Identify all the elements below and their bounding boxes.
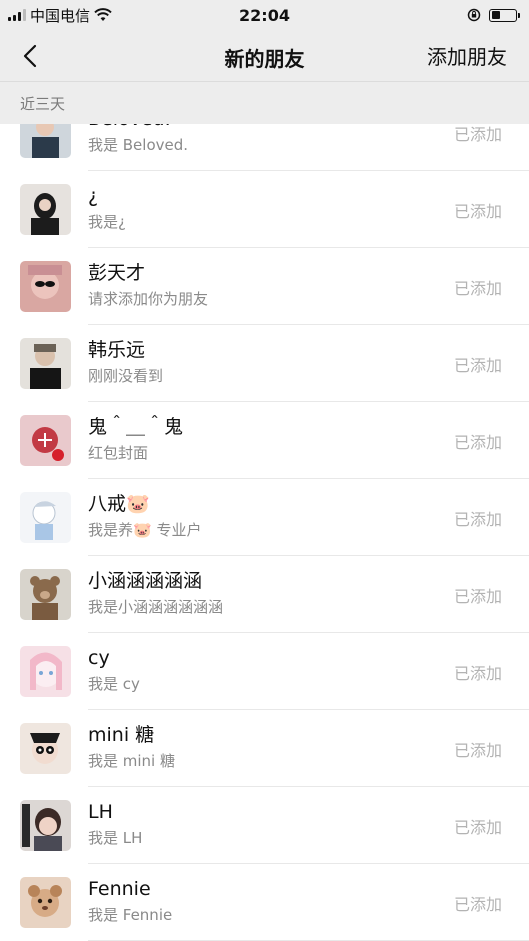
request-message: 我是 mini 糖: [88, 752, 175, 770]
friend-request-row[interactable]: Beloved. 我是 Beloved. 已添加: [0, 124, 529, 171]
carrier-label: 中国电信: [30, 6, 91, 25]
friend-name: cy: [88, 647, 110, 669]
request-message: 刚刚没看到: [88, 367, 164, 385]
orientation-lock-icon: [467, 8, 481, 22]
friend-request-row[interactable]: 彭天才 请求添加你为朋友 已添加: [0, 248, 529, 325]
avatar[interactable]: [20, 184, 71, 235]
added-status-label: 已添加: [453, 664, 502, 683]
row-text: ¿ 我是¿: [88, 183, 419, 233]
row-text: Beloved. 我是 Beloved.: [88, 124, 419, 156]
friend-name: mini 糖: [88, 724, 155, 746]
avatar[interactable]: [20, 338, 71, 389]
added-status-label: 已添加: [453, 741, 502, 760]
request-message: 我是 Beloved.: [88, 136, 189, 154]
request-message: 我是¿: [88, 213, 126, 231]
battery-icon: [489, 8, 520, 22]
signal-icon: [8, 9, 26, 21]
friend-request-list-inner: Beloved. 我是 Beloved. 已添加 ¿ 我是¿ 已添加 彭天才 请…: [0, 124, 529, 941]
friend-request-row[interactable]: Fennie 我是 Fennie 已添加: [0, 864, 529, 941]
request-message: 我是 Fennie: [88, 906, 173, 924]
friend-request-row[interactable]: 小涵涵涵涵涵 我是小涵涵涵涵涵涵 已添加: [0, 556, 529, 633]
avatar[interactable]: [20, 415, 71, 466]
friend-request-list[interactable]: Beloved. 我是 Beloved. 已添加 ¿ 我是¿ 已添加 彭天才 请…: [0, 124, 529, 941]
friend-name: 八戒🐷: [88, 493, 150, 515]
added-status-label: 已添加: [453, 279, 502, 298]
request-message: 请求添加你为朋友: [88, 290, 209, 308]
avatar-image: [20, 800, 71, 851]
avatar[interactable]: [20, 877, 71, 928]
friend-request-row[interactable]: 韩乐远 刚刚没看到 已添加: [0, 325, 529, 402]
added-status-label: 已添加: [453, 587, 502, 606]
request-message: 我是 cy: [88, 675, 140, 693]
avatar[interactable]: [20, 492, 71, 543]
row-text: cy 我是 cy: [88, 645, 419, 695]
friend-name: Fennie: [88, 878, 151, 900]
added-status-label: 已添加: [453, 433, 502, 452]
friend-name: 小涵涵涵涵涵: [88, 570, 203, 592]
status-bar: 中国电信 22:04: [0, 0, 529, 30]
added-status-label: 已添加: [453, 510, 502, 529]
row-text: Fennie 我是 Fennie: [88, 876, 419, 926]
request-message: 我是小涵涵涵涵涵涵: [88, 598, 224, 616]
avatar-image: [20, 569, 71, 620]
request-message: 我是养🐷 专业户: [88, 521, 202, 539]
request-message: 红包封面: [88, 444, 149, 462]
avatar[interactable]: [20, 646, 71, 697]
nav-bar: 新的朋友 添加朋友: [0, 30, 529, 82]
chevron-left-icon: [23, 44, 37, 68]
friend-name: Beloved.: [88, 124, 419, 132]
friend-request-row[interactable]: cy 我是 cy 已添加: [0, 633, 529, 710]
friend-name: 鬼＾＿＾鬼: [88, 416, 184, 438]
row-text: 八戒🐷 我是养🐷 专业户: [88, 491, 419, 541]
row-text: LH 我是 LH: [88, 799, 419, 849]
row-text: mini 糖 我是 mini 糖: [88, 722, 419, 772]
avatar[interactable]: [20, 569, 71, 620]
avatar-image: [20, 415, 71, 466]
avatar-image: [20, 184, 71, 235]
request-message: 我是 LH: [88, 829, 143, 847]
row-text: 小涵涵涵涵涵 我是小涵涵涵涵涵涵: [88, 568, 419, 618]
avatar-image: [20, 492, 71, 543]
avatar-image: [20, 338, 71, 389]
row-text: 韩乐远 刚刚没看到: [88, 337, 419, 387]
status-right: [467, 8, 520, 22]
avatar[interactable]: [20, 261, 71, 312]
friend-request-row[interactable]: LH 我是 LH 已添加: [0, 787, 529, 864]
friend-name: ¿: [88, 185, 99, 207]
row-text: 鬼＾＿＾鬼 红包封面: [88, 414, 419, 464]
back-button[interactable]: [12, 38, 48, 74]
added-status-label: 已添加: [453, 125, 502, 144]
added-status-label: 已添加: [453, 895, 502, 914]
add-friend-button[interactable]: 添加朋友: [427, 41, 507, 70]
avatar-image: [20, 877, 71, 928]
added-status-label: 已添加: [453, 818, 502, 837]
added-status-label: 已添加: [453, 202, 502, 221]
avatar-image: [20, 646, 71, 697]
added-status-label: 已添加: [453, 356, 502, 375]
friend-request-row[interactable]: 鬼＾＿＾鬼 红包封面 已添加: [0, 402, 529, 479]
friend-name: 韩乐远: [88, 339, 146, 361]
friend-request-row[interactable]: ¿ 我是¿ 已添加: [0, 171, 529, 248]
friend-request-row[interactable]: mini 糖 我是 mini 糖 已添加: [0, 710, 529, 787]
avatar[interactable]: [20, 800, 71, 851]
friend-name: LH: [88, 801, 113, 823]
avatar-image: [20, 723, 71, 774]
wifi-icon: [94, 8, 112, 21]
friend-name: 彭天才: [88, 262, 146, 284]
row-text: 彭天才 请求添加你为朋友: [88, 260, 419, 310]
status-left: 中国电信: [8, 5, 112, 26]
avatar[interactable]: [20, 723, 71, 774]
avatar-image: [20, 261, 71, 312]
friend-request-row[interactable]: 八戒🐷 我是养🐷 专业户 已添加: [0, 479, 529, 556]
avatar[interactable]: [20, 124, 71, 158]
avatar-image: [20, 124, 71, 158]
section-header-recent: 近三天: [0, 82, 529, 124]
